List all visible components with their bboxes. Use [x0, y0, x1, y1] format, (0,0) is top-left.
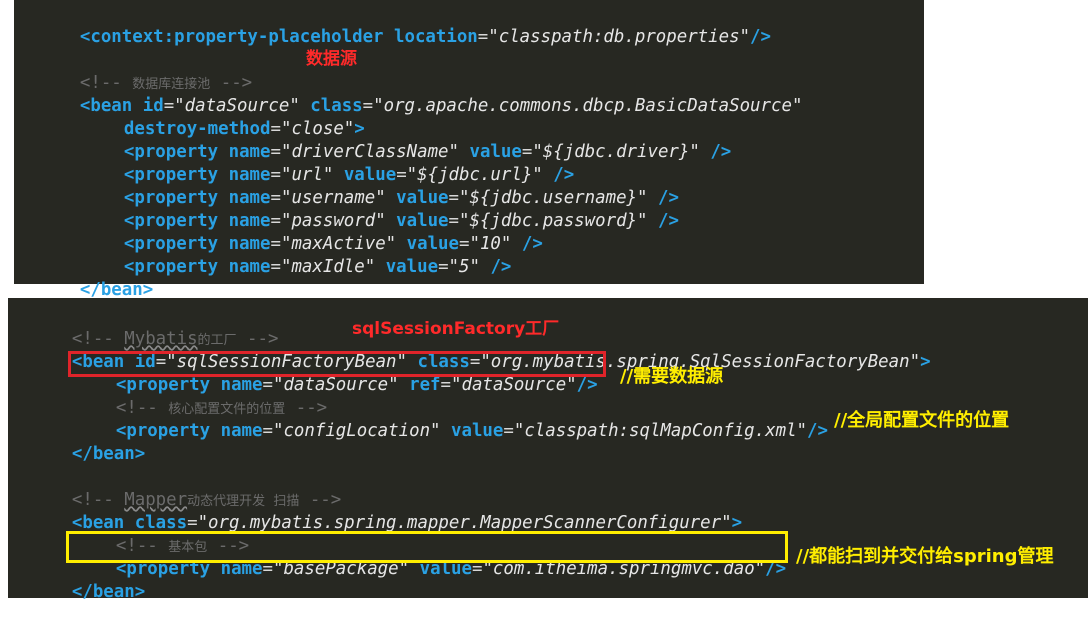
code-line-property-maxidle: <property name="maxIdle" value="5" />: [123, 257, 512, 277]
code-line-bean-close: </bean>: [79, 280, 154, 300]
code-line-bean-close-1: </bean>: [71, 444, 146, 464]
code-comment-connection-pool: <!-- 数据库连接池 -->: [79, 73, 253, 93]
code-comment-core-config: <!-- 核心配置文件的位置 -->: [115, 398, 328, 418]
code-line-property-username: <property name="username" value="${jdbc.…: [123, 188, 679, 208]
code-line-bean-mapperscanner: <bean class="org.mybatis.spring.mapper.M…: [71, 513, 743, 533]
code-comment-mapper-scan: <!-- Mapper动态代理开发 扫描 -->: [71, 490, 342, 510]
annotation-global-config-location: //全局配置文件的位置: [834, 410, 1010, 431]
code-line-bean-sqlsessionfactory: <bean id="sqlSessionFactoryBean" class="…: [71, 352, 931, 372]
code-line-property-driver: <property name="driverClassName" value="…: [123, 142, 732, 162]
code-panel-datasource: <context:property-placeholder location="…: [14, 0, 924, 300]
code-line-bean-datasource: <bean id="dataSource" class="org.apache.…: [79, 96, 803, 116]
code-line-property-url: <property name="url" value="${jdbc.url}"…: [123, 165, 575, 185]
highlight-box-yellow: [66, 531, 788, 563]
code-line-property-maxactive: <property name="maxActive" value="10" />: [123, 234, 543, 254]
annotation-needs-datasource: //需要数据源: [620, 366, 724, 387]
highlight-box-red: [68, 351, 606, 377]
code-line-destroy-method: destroy-method="close">: [123, 119, 365, 139]
code-line-property-placeholder: <context:property-placeholder location="…: [79, 27, 771, 47]
annotation-spring-managed: //都能扫到并交付给spring管理: [796, 546, 1054, 567]
code-line-property-password: <property name="password" value="${jdbc.…: [123, 211, 679, 231]
code-comment-mybatis-factory: <!-- Mybatis的工厂 -->: [71, 329, 279, 349]
annotation-datasource-label: 数据源: [306, 49, 357, 69]
code-line-property-configlocation: <property name="configLocation" value="c…: [115, 421, 828, 441]
